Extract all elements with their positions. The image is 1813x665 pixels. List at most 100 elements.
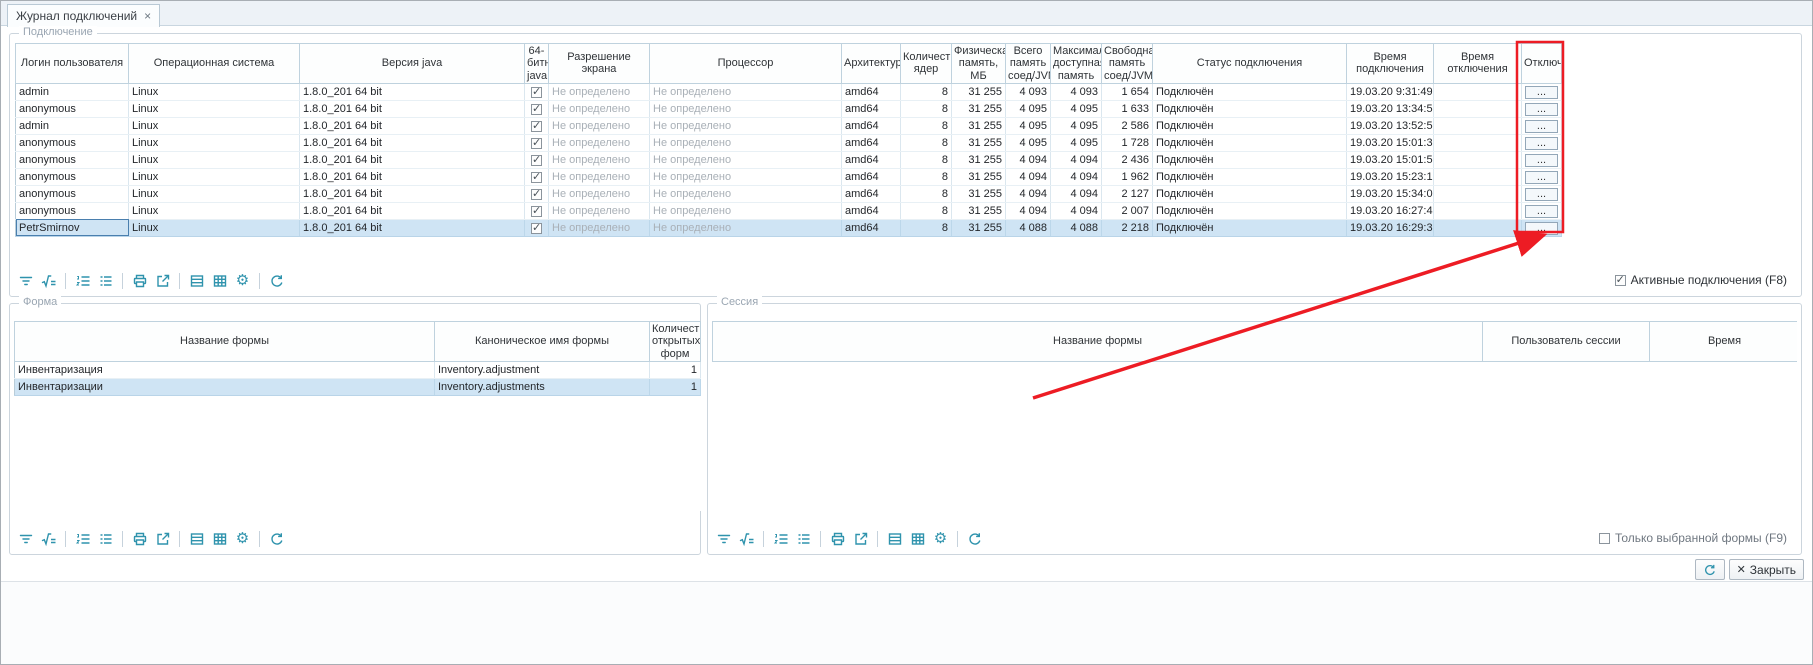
column-header[interactable]: Операционная система	[129, 44, 300, 84]
print-icon[interactable]	[129, 528, 150, 549]
cell: ...	[1522, 134, 1562, 151]
print-icon[interactable]	[129, 270, 150, 291]
column-header[interactable]: Время	[1650, 322, 1798, 362]
table-row[interactable]: ИнвентаризацииInventory.adjustments1	[15, 379, 701, 396]
column-header[interactable]: Физическая память, МБ	[952, 44, 1006, 84]
column-header[interactable]: Название формы	[15, 322, 435, 362]
disconnect-button[interactable]: ...	[1525, 222, 1558, 235]
cell: admin	[16, 83, 129, 100]
cell: Linux	[129, 100, 300, 117]
list-icon[interactable]	[793, 528, 814, 549]
export-icon[interactable]	[850, 528, 871, 549]
refresh-icon[interactable]	[964, 528, 985, 549]
only-selected-form-checkbox[interactable]: Только выбранной формы (F9)	[1599, 531, 1787, 545]
column-header[interactable]: Пользователь сессии	[1483, 322, 1650, 362]
column-header[interactable]: Всего память соед/JVM	[1006, 44, 1051, 84]
filter-icon[interactable]	[713, 528, 734, 549]
formula-icon[interactable]	[38, 270, 59, 291]
column-header[interactable]: Количество ядер	[901, 44, 952, 84]
grid-icon[interactable]	[209, 528, 230, 549]
refresh-icon[interactable]	[266, 270, 287, 291]
toolbar-separator	[179, 531, 180, 547]
column-header[interactable]: Количество открытых форм	[650, 322, 701, 362]
column-header[interactable]: Разрешение экрана	[549, 44, 650, 84]
column-header[interactable]: Архитектура	[842, 44, 901, 84]
column-header[interactable]: Свободная память соед/JVM	[1102, 44, 1153, 84]
disconnect-button[interactable]: ...	[1525, 137, 1558, 150]
column-header[interactable]: Статус подключения	[1153, 44, 1347, 84]
numbered-list-icon[interactable]	[72, 528, 93, 549]
disconnect-button[interactable]: ...	[1525, 205, 1558, 218]
column-header[interactable]: Время подключения	[1347, 44, 1434, 84]
list-icon[interactable]	[95, 528, 116, 549]
table-row[interactable]: adminLinux1.8.0_201 64 bitНе определеноН…	[16, 83, 1562, 100]
forms-table[interactable]: Название формыКаноническое имя формыКоли…	[14, 321, 701, 396]
tab-close-icon[interactable]: ×	[144, 10, 151, 22]
cell: 8	[901, 168, 952, 185]
grid-icon[interactable]	[209, 270, 230, 291]
formula-icon[interactable]	[736, 528, 757, 549]
disconnect-button[interactable]: ...	[1525, 154, 1558, 167]
list-view-icon[interactable]	[884, 528, 905, 549]
list-view-icon[interactable]	[186, 270, 207, 291]
cell: 8	[901, 134, 952, 151]
column-header[interactable]: Отключить	[1522, 44, 1562, 84]
column-header[interactable]: Версия java	[300, 44, 525, 84]
gear-icon[interactable]: ⚙	[930, 528, 951, 549]
filter-icon[interactable]	[15, 270, 36, 291]
cell: 4 088	[1006, 219, 1051, 236]
gear-icon[interactable]: ⚙	[232, 270, 253, 291]
close-button[interactable]: ✕ Закрыть	[1729, 559, 1804, 580]
column-header[interactable]: Каноническое имя формы	[435, 322, 650, 362]
table-row[interactable]: anonymousLinux1.8.0_201 64 bitНе определ…	[16, 168, 1562, 185]
active-connections-checkbox[interactable]: Активные подключения (F8)	[1615, 273, 1787, 287]
disconnect-button[interactable]: ...	[1525, 171, 1558, 184]
numbered-list-icon[interactable]	[72, 270, 93, 291]
column-header[interactable]: Название формы	[713, 322, 1483, 362]
cell: 1	[650, 362, 701, 379]
java-64bit-checkbox	[531, 121, 542, 132]
connections-table-area: Логин пользователяОперационная системаВе…	[15, 43, 1567, 261]
disconnect-button[interactable]: ...	[1525, 86, 1558, 99]
cell: Не определено	[549, 219, 650, 236]
toolbar-separator	[179, 273, 180, 289]
gear-icon[interactable]: ⚙	[232, 528, 253, 549]
cell: 19.03.20 13:52:52	[1347, 117, 1434, 134]
table-row[interactable]: anonymousLinux1.8.0_201 64 bitНе определ…	[16, 151, 1562, 168]
table-row[interactable]: adminLinux1.8.0_201 64 bitНе определеноН…	[16, 117, 1562, 134]
checkbox-icon[interactable]	[1615, 275, 1626, 286]
column-header[interactable]: Максимал доступная память	[1051, 44, 1102, 84]
refresh-icon[interactable]	[266, 528, 287, 549]
refresh-button[interactable]	[1695, 559, 1725, 580]
filter-icon[interactable]	[15, 528, 36, 549]
table-row[interactable]: PetrSmirnovLinux1.8.0_201 64 bitНе опред…	[16, 219, 1562, 236]
print-icon[interactable]	[827, 528, 848, 549]
checkbox-icon[interactable]	[1599, 533, 1610, 544]
column-header[interactable]: Процессор	[650, 44, 842, 84]
refresh-icon	[1703, 563, 1717, 577]
table-row[interactable]: anonymousLinux1.8.0_201 64 bitНе определ…	[16, 202, 1562, 219]
table-row[interactable]: anonymousLinux1.8.0_201 64 bitНе определ…	[16, 185, 1562, 202]
export-icon[interactable]	[152, 528, 173, 549]
table-row[interactable]: anonymousLinux1.8.0_201 64 bitНе определ…	[16, 134, 1562, 151]
table-row[interactable]: anonymousLinux1.8.0_201 64 bitНе определ…	[16, 100, 1562, 117]
column-header[interactable]: 64-битная java	[525, 44, 549, 84]
tab-connection-log[interactable]: Журнал подключений ×	[7, 4, 160, 27]
sessions-table[interactable]: Название формыПользователь сессииВремя	[712, 321, 1797, 362]
column-header[interactable]: Логин пользователя	[16, 44, 129, 84]
disconnect-button[interactable]: ...	[1525, 103, 1558, 116]
export-icon[interactable]	[152, 270, 173, 291]
numbered-list-icon[interactable]	[770, 528, 791, 549]
table-row[interactable]: ИнвентаризацияInventory.adjustment1	[15, 362, 701, 379]
disconnect-button[interactable]: ...	[1525, 120, 1558, 133]
cell: 8	[901, 117, 952, 134]
column-header[interactable]: Время отключения	[1434, 44, 1522, 84]
formula-icon[interactable]	[38, 528, 59, 549]
list-icon[interactable]	[95, 270, 116, 291]
forms-table-area: Название формыКаноническое имя формыКоли…	[14, 321, 702, 511]
connections-table[interactable]: Логин пользователяОперационная системаВе…	[15, 43, 1562, 237]
grid-icon[interactable]	[907, 528, 928, 549]
list-view-icon[interactable]	[186, 528, 207, 549]
cell	[525, 202, 549, 219]
disconnect-button[interactable]: ...	[1525, 188, 1558, 201]
